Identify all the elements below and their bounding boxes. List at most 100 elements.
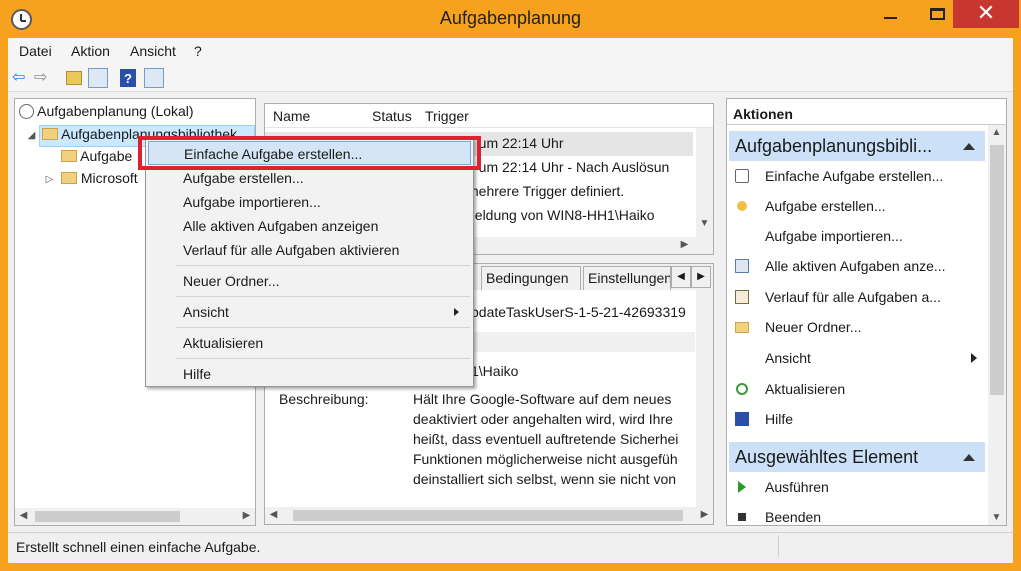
collapsed-chevron-icon[interactable]: ▷	[41, 174, 58, 185]
action-stop[interactable]: Beenden	[729, 505, 983, 531]
menu-item-label: Hilfe	[183, 366, 212, 382]
author-value: 1\Haiko	[471, 363, 519, 379]
menu-separator	[176, 358, 470, 359]
action-enable-history[interactable]: Verlauf für alle Aufgaben a...	[729, 285, 983, 311]
scroll-up-icon[interactable]: ▲	[988, 127, 1005, 138]
new-folder-icon	[735, 322, 749, 333]
scroll-down-icon[interactable]: ▼	[696, 218, 713, 229]
scroll-thumb[interactable]	[293, 510, 683, 521]
action-label: Aktualisieren	[765, 381, 846, 397]
task-list-vertical-scrollbar[interactable]: ▼	[696, 128, 713, 238]
actions-vertical-scrollbar[interactable]: ▲ ▼	[988, 125, 1006, 525]
menu-item-label: Aufgabe erstellen...	[183, 170, 304, 186]
close-button[interactable]: ✕	[953, 0, 1019, 28]
tab-scroll-right-icon[interactable]: ▶	[691, 266, 711, 288]
status-text: Erstellt schnell einen einfache Aufgabe.	[16, 539, 261, 555]
action-label: Einfache Aufgabe erstellen...	[765, 168, 944, 184]
forward-arrow-icon[interactable]: ⇨	[34, 68, 54, 88]
menu-aktion[interactable]: Aktion	[71, 43, 110, 59]
action-label: Aufgabe importieren...	[765, 228, 903, 244]
expanded-chevron-icon[interactable]: ◢	[23, 130, 40, 141]
menu-ansicht[interactable]: Ansicht	[130, 43, 176, 59]
stop-icon	[738, 513, 746, 521]
description-line: Hält Ihre Google-Software auf dem neues	[413, 391, 672, 407]
action-help[interactable]: Hilfe	[729, 407, 983, 433]
folder-icon	[61, 172, 77, 184]
menu-item-label: Neuer Ordner...	[183, 273, 280, 289]
collapse-caret-icon[interactable]	[963, 143, 975, 150]
section-selected-item[interactable]: Ausgewähltes Element	[729, 442, 985, 472]
action-run[interactable]: Ausführen	[729, 475, 983, 501]
action-label: Hilfe	[765, 411, 794, 427]
tree-item-label: Aufgabe	[80, 148, 133, 164]
details-vertical-scrollbar[interactable]	[696, 290, 713, 508]
ctx-import-task[interactable]: Aufgabe importieren...	[148, 190, 471, 214]
tree-item-microsoft[interactable]: Microsoft	[61, 170, 138, 192]
tree-item-label: Aufgabenplanung (Lokal)	[37, 103, 194, 119]
status-divider	[778, 535, 779, 557]
column-trigger[interactable]: Trigger	[425, 108, 469, 124]
up-folder-icon[interactable]	[66, 71, 82, 85]
tab-einstellungen[interactable]: Einstellungen	[583, 266, 671, 290]
scroll-thumb[interactable]	[35, 511, 180, 522]
ctx-enable-history[interactable]: Verlauf für alle Aufgaben aktivieren	[148, 238, 471, 262]
scroll-left-icon[interactable]: ◀	[15, 510, 32, 521]
tree-horizontal-scrollbar[interactable]: ◀ ▶	[15, 508, 255, 525]
history-icon	[735, 290, 749, 304]
action-refresh[interactable]: Aktualisieren	[729, 377, 983, 403]
section-library-actions[interactable]: Aufgabenplanungsbibli...	[729, 131, 985, 161]
scroll-right-icon[interactable]: ▶	[676, 239, 693, 250]
tab-scroll-left-icon[interactable]: ◀	[671, 266, 691, 288]
details-horizontal-scrollbar[interactable]: ◀ ▶	[265, 507, 713, 524]
submenu-arrow-icon	[454, 308, 459, 316]
tree-item-child1[interactable]: Aufgabe	[61, 148, 132, 170]
scroll-right-icon[interactable]: ▶	[696, 509, 713, 520]
back-arrow-icon[interactable]: ⇦	[12, 68, 32, 88]
ctx-new-folder[interactable]: Neuer Ordner...	[148, 269, 471, 293]
action-label: Neuer Ordner...	[765, 319, 862, 335]
trigger-cell: mehrere Trigger definiert.	[467, 183, 625, 199]
menu-separator	[176, 265, 470, 266]
menu-datei[interactable]: Datei	[19, 43, 52, 59]
action-new-folder[interactable]: Neuer Ordner...	[729, 315, 983, 341]
menu-help[interactable]: ?	[194, 43, 202, 59]
column-status[interactable]: Status	[372, 108, 412, 124]
action-show-active-tasks[interactable]: Alle aktiven Aufgaben anze...	[729, 254, 983, 280]
action-create-task[interactable]: Aufgabe erstellen...	[729, 194, 983, 220]
help-icon[interactable]: ?	[120, 69, 136, 87]
action-create-basic-task[interactable]: Einfache Aufgabe erstellen...	[729, 164, 983, 190]
scroll-right-icon[interactable]: ▶	[238, 510, 255, 521]
action-label: Ausführen	[765, 479, 829, 495]
tab-bedingungen[interactable]: Bedingungen	[481, 266, 581, 290]
context-menu: Einfache Aufgabe erstellen... Aufgabe er…	[145, 138, 474, 387]
help-icon	[735, 412, 749, 426]
scroll-left-icon[interactable]: ◀	[265, 509, 282, 520]
scroll-down-icon[interactable]: ▼	[988, 512, 1005, 523]
description-line: heißt, dass eventuell auftretende Sicher…	[413, 431, 679, 447]
action-import-task[interactable]: Aufgabe importieren...	[729, 224, 983, 250]
column-name[interactable]: Name	[273, 108, 310, 124]
action-label: Verlauf für alle Aufgaben a...	[765, 289, 941, 305]
ctx-refresh[interactable]: Aktualisieren	[148, 331, 471, 355]
create-task-icon	[737, 201, 747, 211]
actions-header: Aktionen	[727, 99, 1006, 125]
tree-item-root[interactable]: Aufgabenplanung (Lokal)	[19, 103, 194, 125]
show-hide-action-pane-icon[interactable]	[144, 68, 164, 88]
ctx-view[interactable]: Ansicht	[148, 300, 471, 324]
show-hide-tree-icon[interactable]	[88, 68, 108, 88]
action-view[interactable]: Ansicht	[729, 346, 983, 372]
tree-item-label: Microsoft	[80, 170, 138, 186]
scroll-thumb[interactable]	[990, 145, 1004, 395]
folder-icon	[61, 150, 77, 162]
ctx-help[interactable]: Hilfe	[148, 362, 471, 386]
title-bar[interactable]: Aufgabenplanung ✕	[0, 0, 1021, 38]
minimize-button[interactable]	[867, 0, 913, 28]
window: Aufgabenplanung ✕ Datei Aktion Ansicht ?…	[0, 0, 1021, 571]
collapse-caret-icon[interactable]	[963, 454, 975, 461]
description-label: Beschreibung:	[279, 391, 369, 407]
action-label: Alle aktiven Aufgaben anze...	[765, 258, 946, 274]
task-list-header: Name Status Trigger	[265, 104, 713, 128]
ctx-show-active-tasks[interactable]: Alle aktiven Aufgaben anzeigen	[148, 214, 471, 238]
clock-icon	[19, 104, 34, 119]
status-bar: Erstellt schnell einen einfache Aufgabe.	[8, 532, 1013, 560]
